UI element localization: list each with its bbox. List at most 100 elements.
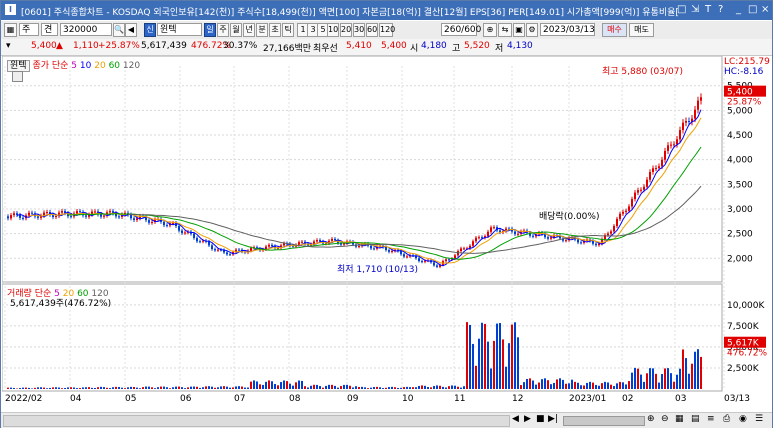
candle (301, 241, 303, 243)
candle (517, 233, 519, 235)
volume-bar (250, 381, 252, 389)
search-icon[interactable]: 🔍 (113, 23, 125, 37)
price-panel-border (1, 55, 723, 283)
camera-icon[interactable]: ◉ (739, 414, 747, 424)
volume-bar (643, 381, 645, 389)
x-tick-label: 10 (402, 394, 414, 404)
scroll-right-icon[interactable]: ▶| (548, 414, 558, 424)
grid-icon[interactable]: ▦ (675, 414, 684, 424)
quote-menu-icon[interactable]: ▾ (6, 41, 11, 51)
quote-change: 1,110 (73, 41, 99, 51)
view-count-field[interactable]: 260/600 (441, 23, 481, 36)
bottom-scroll-bar: ◀ ▶ ■ ▶| ⊕ ⊖ ▦ ▤ ≡ ⎙ ◉ ☰ (1, 412, 772, 428)
period-button-2[interactable]: 월 (230, 23, 242, 37)
zoom-in-icon[interactable]: ⊕ (647, 414, 655, 424)
volume-bar (556, 379, 558, 389)
volume-bar (259, 384, 261, 389)
chart-type-select[interactable]: 주 (19, 23, 39, 36)
quote-ask: 5,410 (346, 41, 372, 51)
minimize-icon[interactable]: _ (736, 4, 741, 15)
volume-bar (640, 374, 642, 389)
candle (85, 215, 87, 217)
zoom-icon[interactable]: ⊕ (483, 23, 497, 37)
period-button-5[interactable]: 초 (269, 23, 281, 37)
candle (487, 231, 489, 237)
list-icon[interactable]: ≡ (707, 414, 715, 424)
candle (646, 179, 648, 187)
volume-bar (535, 384, 537, 389)
volume-bar (145, 386, 147, 389)
stop-icon[interactable]: ■ (536, 414, 545, 424)
volume-bar (583, 385, 585, 389)
price-chart-svg[interactable]: 5,5005,0004,5004,0003,5003,0002,5002,000… (1, 55, 772, 412)
quote-low: 4,130 (507, 41, 533, 51)
code-input[interactable]: 320000 (60, 23, 112, 36)
period-unit-select[interactable]: 견 (41, 23, 58, 36)
print-icon[interactable]: ⎙ (723, 414, 730, 424)
candle (490, 227, 492, 232)
volume-bar (307, 387, 309, 389)
candle (271, 244, 273, 246)
chart-area[interactable]: 5,5005,0004,5004,0003,5003,0002,5002,000… (1, 55, 772, 412)
volume-bar (370, 387, 372, 389)
candle (640, 189, 642, 191)
menu-icon[interactable]: ☰ (755, 414, 763, 424)
volume-bar (271, 381, 273, 389)
x-tick-label: 02 (622, 394, 633, 404)
zoom-out-icon[interactable]: ⊖ (661, 414, 669, 424)
volume-bar (601, 383, 603, 389)
candle (694, 109, 696, 119)
maximize-icon[interactable]: □ (748, 4, 757, 15)
sync-icon[interactable]: ⇆ (498, 23, 512, 37)
candle (655, 168, 657, 170)
candle (565, 240, 567, 242)
save-icon[interactable]: ▣ (513, 23, 525, 37)
volume-bar (337, 387, 339, 389)
chart-type-icon[interactable]: ▦ (4, 23, 17, 37)
layout-icon[interactable]: ▤ (691, 414, 700, 424)
volume-bar (361, 386, 363, 389)
candle (268, 244, 270, 247)
panel-collapse-icon[interactable] (12, 71, 23, 82)
interval-button-60[interactable]: 60 (366, 23, 378, 37)
ma60-line (67, 146, 702, 260)
volume-bar (562, 379, 564, 389)
candle (637, 190, 639, 193)
interval-button-120[interactable]: 120 (379, 23, 395, 37)
scroll-left-icon[interactable]: ◀ (512, 414, 519, 424)
date-field[interactable]: 2023/03/13 (540, 23, 595, 36)
ma20-line (28, 117, 702, 264)
x-tick-label: 04 (70, 394, 82, 404)
sell-button[interactable]: 매도 (629, 23, 654, 37)
candle (433, 262, 435, 266)
volume-bar (70, 387, 72, 389)
volume-bar (235, 386, 237, 389)
period-button-4[interactable]: 분 (256, 23, 268, 37)
volume-bar (616, 383, 618, 389)
settings-icon[interactable]: ⚙ (526, 23, 538, 37)
volume-bar (205, 386, 207, 389)
volume-bar (439, 385, 441, 389)
help-icon[interactable]: ? (718, 4, 723, 15)
low-note: 최저 1,710 (10/13) (337, 264, 418, 275)
period-button-0[interactable]: 일 (204, 23, 216, 37)
period-button-6[interactable]: 틱 (282, 23, 294, 37)
horizontal-scrollbar[interactable] (3, 415, 510, 427)
play-icon[interactable]: ▶ (524, 414, 531, 424)
volume-bar (634, 367, 636, 389)
interval-button-10[interactable]: 10 (327, 23, 339, 37)
close-icon[interactable]: × (761, 4, 769, 15)
buy-button[interactable]: 매수 (602, 23, 627, 37)
pin-icon[interactable]: ⇲ (691, 4, 699, 15)
speaker-icon[interactable]: ◀ (125, 23, 137, 37)
period-button-1[interactable]: 주 (217, 23, 229, 37)
zoom-slider[interactable] (563, 416, 645, 426)
interval-button-30[interactable]: 30 (353, 23, 365, 37)
volume-bar (466, 322, 468, 389)
candle (37, 216, 39, 218)
stock-name-field[interactable]: 윈텍 (157, 23, 202, 36)
restore-icon[interactable]: □ (677, 4, 686, 15)
interval-button-20[interactable]: 20 (340, 23, 352, 37)
period-button-3[interactable]: 년 (243, 23, 255, 37)
font-icon[interactable]: T (705, 4, 711, 15)
